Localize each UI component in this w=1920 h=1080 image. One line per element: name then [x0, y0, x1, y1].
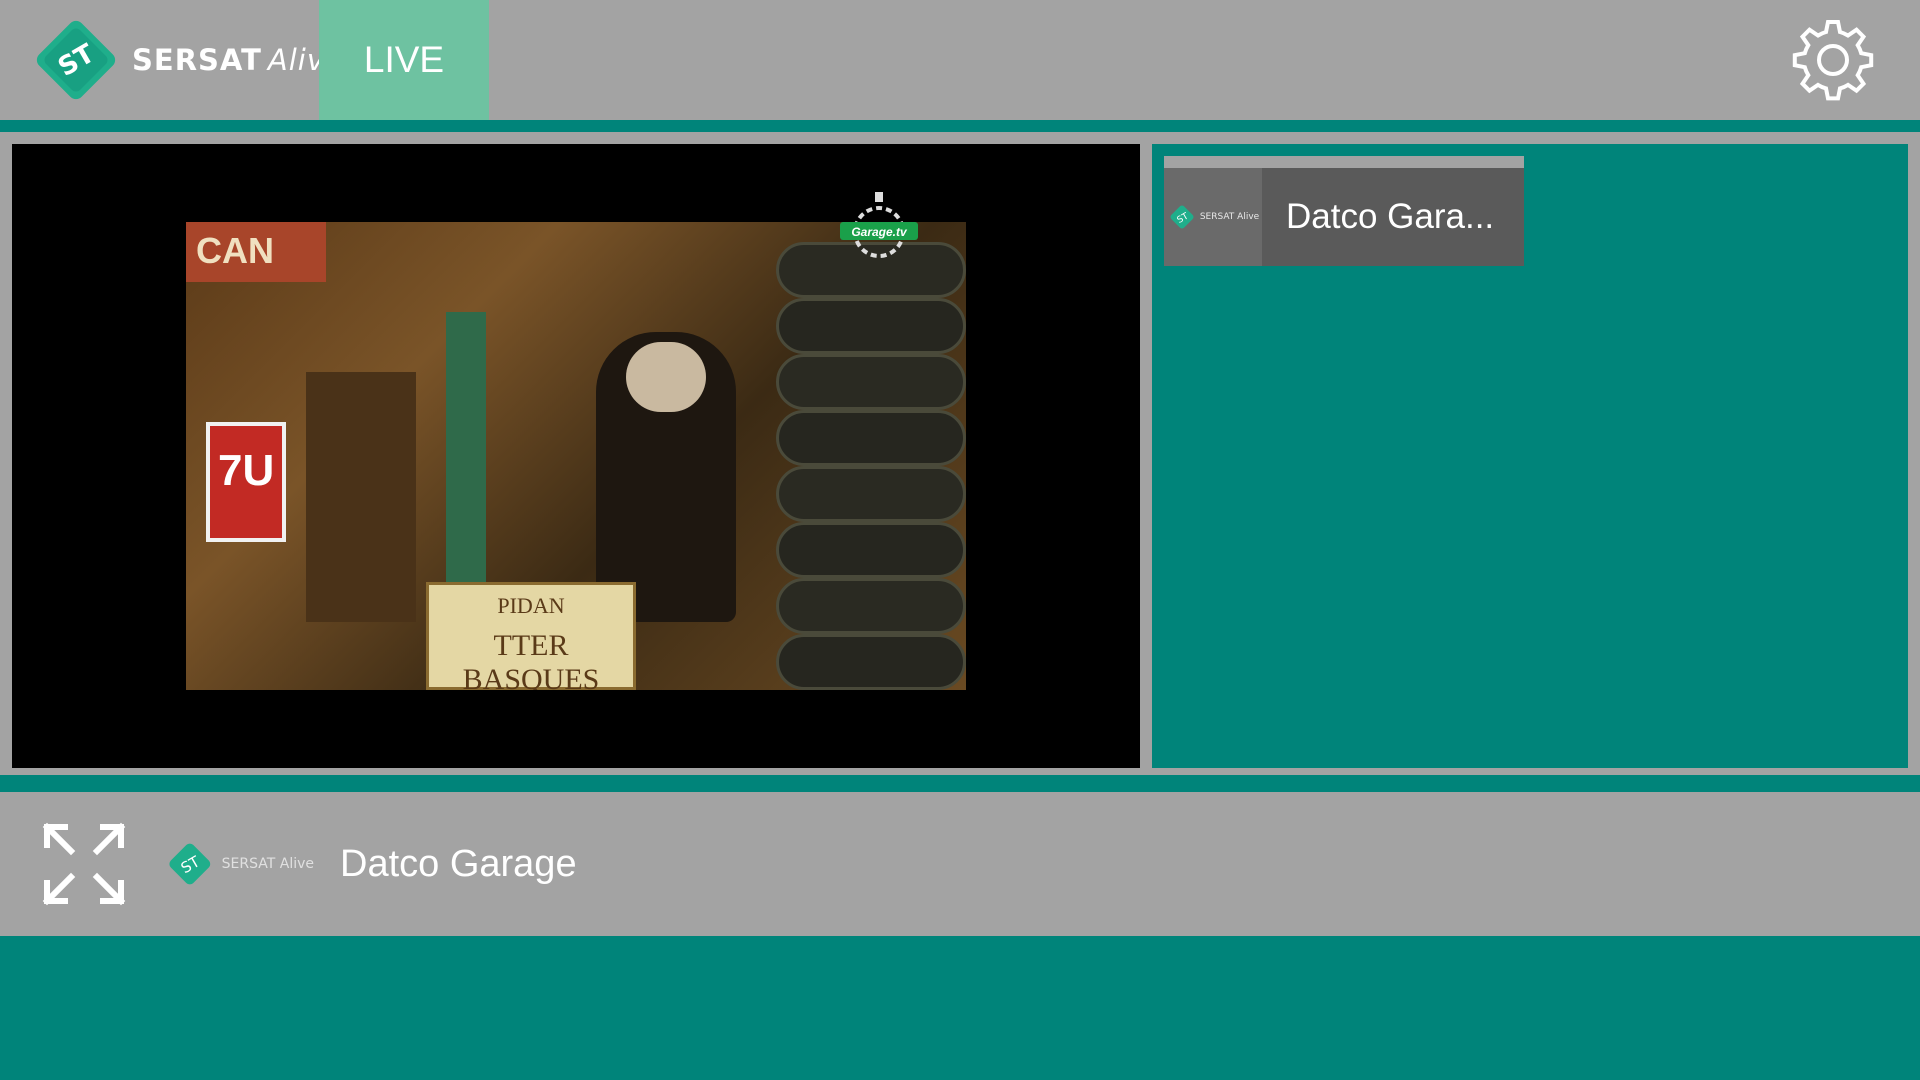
scene-face: [626, 342, 706, 412]
top-gap: [0, 132, 1920, 144]
expand-icon: [42, 822, 126, 906]
brand-diamond-icon: ST: [30, 10, 122, 110]
gear-icon: [1792, 20, 1874, 101]
bottom-divider: [0, 775, 1920, 792]
top-divider: [0, 120, 1920, 132]
brand-name-bold: SERSAT: [132, 43, 262, 77]
scene-sign-left: 7U: [206, 422, 286, 542]
video-player[interactable]: CAN 7U PIDAN TTER BASQUES Garage.tv: [12, 144, 1140, 768]
now-playing-channel-name: Datco Garage: [340, 842, 577, 885]
tab-live[interactable]: LIVE: [319, 0, 489, 120]
channel-logo-text: SERSAT Alive: [1199, 212, 1260, 222]
brand-diamond-icon: ST: [1170, 205, 1194, 229]
scene-sign-top: CAN: [186, 222, 326, 282]
now-playing-logo: ST SERSAT Alive: [164, 834, 314, 894]
now-playing-bar: ST SERSAT Alive Datco Garage: [0, 792, 1920, 936]
channel-list: ST SERSAT Alive Datco Gara...: [1152, 144, 1908, 768]
channel-name: Datco Gara...: [1286, 197, 1495, 236]
brand-diamond-icon: ST: [169, 843, 211, 885]
scene-tires: [776, 242, 966, 690]
brand-name: SERSAT Alive: [132, 43, 344, 77]
main-area: CAN 7U PIDAN TTER BASQUES Garage.tv ST S…: [0, 144, 1920, 775]
now-playing-logo-text: SERSAT Alive: [221, 856, 314, 872]
brand-logo: ST SERSAT Alive: [30, 10, 344, 110]
channel-watermark: Garage.tv: [836, 188, 922, 264]
settings-button[interactable]: [1785, 12, 1881, 108]
fullscreen-button[interactable]: [34, 814, 134, 914]
channel-logo: ST SERSAT Alive: [1164, 168, 1262, 266]
app-root: ST SERSAT Alive LIVE CAN 7U PIDAN TTER B…: [0, 0, 1920, 1080]
top-bar: ST SERSAT Alive LIVE: [0, 0, 1920, 120]
scene-shelf: [306, 372, 416, 622]
svg-text:Garage.tv: Garage.tv: [851, 225, 908, 239]
video-frame: CAN 7U PIDAN TTER BASQUES: [186, 222, 966, 690]
scene-sign-bottom: PIDAN TTER BASQUES: [426, 582, 636, 690]
list-item[interactable]: ST SERSAT Alive Datco Gara...: [1164, 156, 1524, 266]
card-highlight-bar: [1164, 156, 1524, 168]
